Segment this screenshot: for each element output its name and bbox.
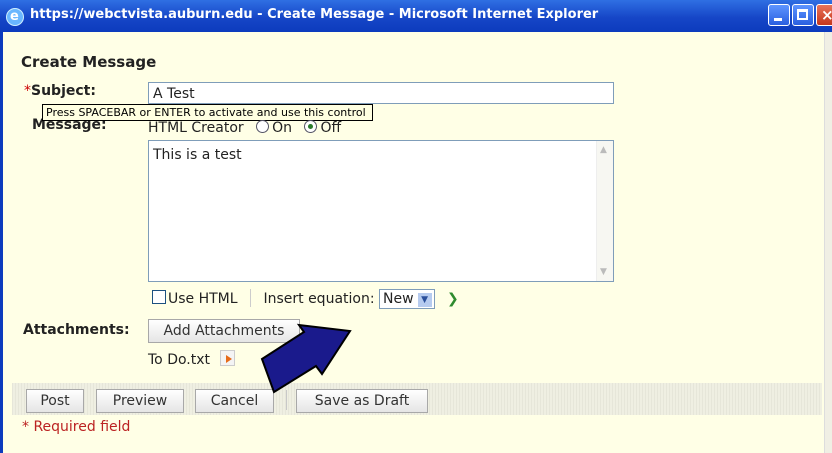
annotation-arrow	[260, 323, 352, 394]
